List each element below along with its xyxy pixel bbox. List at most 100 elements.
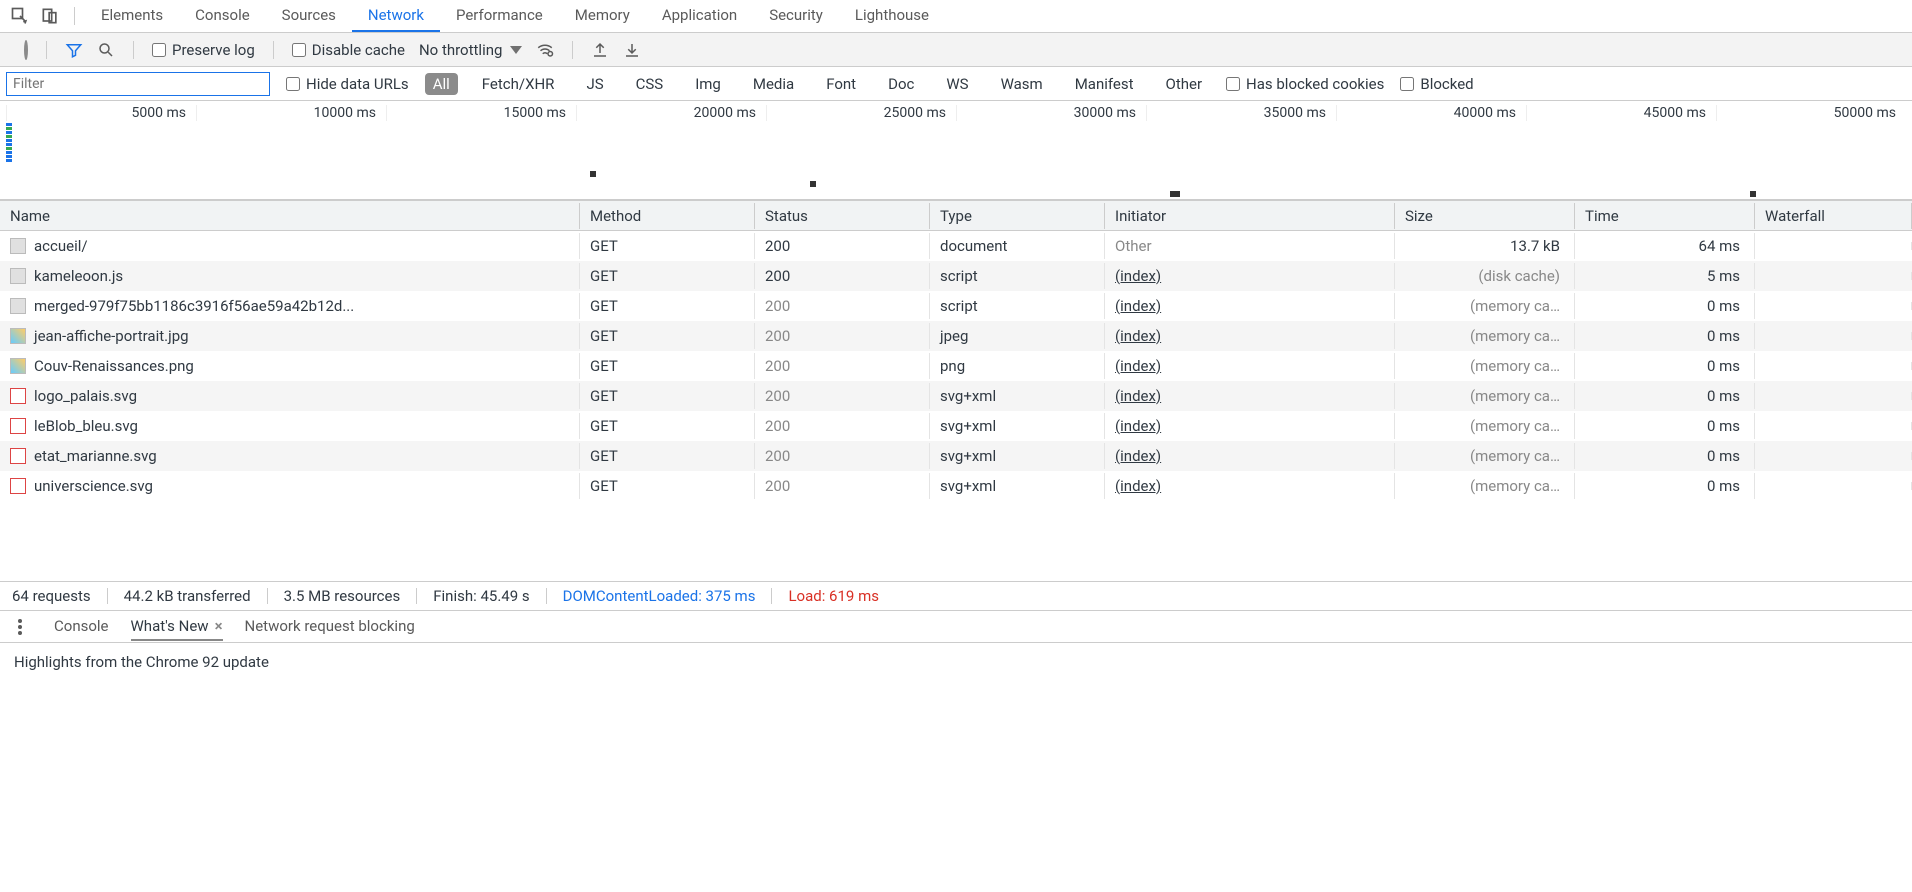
initiator-link[interactable]: (index)	[1115, 387, 1161, 405]
table-row[interactable]: merged-979f75bb1186c3916f56ae59a42b12d..…	[0, 291, 1912, 321]
kebab-menu-icon[interactable]	[18, 625, 22, 629]
request-type: svg+xml	[930, 443, 1105, 469]
column-header-name[interactable]: Name	[0, 203, 580, 229]
tab-lighthouse[interactable]: Lighthouse	[839, 0, 945, 32]
filter-toggle-icon[interactable]	[65, 41, 83, 59]
initiator-link[interactable]: (index)	[1115, 417, 1161, 435]
filter-input[interactable]	[6, 72, 270, 96]
type-filter-media[interactable]: Media	[745, 73, 802, 95]
request-waterfall	[1755, 392, 1912, 400]
column-header-time[interactable]: Time	[1575, 203, 1755, 229]
preserve-log-checkbox[interactable]: Preserve log	[152, 41, 255, 59]
type-filter-font[interactable]: Font	[818, 73, 864, 95]
initiator-link[interactable]: (index)	[1115, 447, 1161, 465]
blocked-requests-checkbox[interactable]: Blocked	[1400, 75, 1473, 93]
column-header-size[interactable]: Size	[1395, 203, 1575, 229]
request-size: (memory ca…	[1395, 353, 1575, 379]
disable-cache-box[interactable]	[292, 43, 306, 57]
type-filter-ws[interactable]: WS	[938, 73, 976, 95]
table-row[interactable]: universcience.svgGET200svg+xml(index)(me…	[0, 471, 1912, 501]
request-time: 0 ms	[1575, 293, 1755, 319]
column-header-initiator[interactable]: Initiator	[1105, 203, 1395, 229]
timeline-marker	[1170, 191, 1180, 197]
initiator-link[interactable]: (index)	[1115, 327, 1161, 345]
throttling-select[interactable]: No throttling	[419, 41, 522, 59]
table-row[interactable]: kameleoon.jsGET200script(index)(disk cac…	[0, 261, 1912, 291]
column-header-status[interactable]: Status	[755, 203, 930, 229]
clear-icon	[24, 40, 28, 60]
clear-button[interactable]	[24, 42, 28, 58]
column-header-waterfall[interactable]: Waterfall	[1755, 203, 1912, 229]
request-status: 200	[755, 263, 930, 289]
export-har-icon[interactable]	[591, 41, 609, 59]
table-row[interactable]: jean-affiche-portrait.jpgGET200jpeg(inde…	[0, 321, 1912, 351]
blocked-requests-box[interactable]	[1400, 77, 1414, 91]
tab-elements[interactable]: Elements	[85, 0, 179, 32]
separator	[46, 41, 47, 59]
request-type: script	[930, 263, 1105, 289]
inspect-element-icon[interactable]	[6, 2, 34, 30]
timeline-marker	[810, 181, 816, 187]
request-initiator: (index)	[1105, 413, 1395, 439]
preserve-log-box[interactable]	[152, 43, 166, 57]
table-row[interactable]: accueil/GET200documentOther13.7 kB64 ms	[0, 231, 1912, 261]
table-row[interactable]: Couv-Renaissances.pngGET200png(index)(me…	[0, 351, 1912, 381]
has-blocked-cookies-box[interactable]	[1226, 77, 1240, 91]
network-conditions-icon[interactable]	[536, 41, 554, 59]
tab-console[interactable]: Console	[179, 0, 266, 32]
request-waterfall	[1755, 332, 1912, 340]
type-filter-doc[interactable]: Doc	[880, 73, 922, 95]
type-filter-all[interactable]: All	[425, 73, 458, 95]
table-header: NameMethodStatusTypeInitiatorSizeTimeWat…	[0, 201, 1912, 231]
type-filter-wasm[interactable]: Wasm	[993, 73, 1051, 95]
disable-cache-checkbox[interactable]: Disable cache	[292, 41, 405, 59]
request-initiator: (index)	[1105, 473, 1395, 499]
type-filter-img[interactable]: Img	[687, 73, 729, 95]
separator	[546, 588, 547, 604]
hide-data-urls-box[interactable]	[286, 77, 300, 91]
tab-network[interactable]: Network	[352, 0, 440, 32]
timeline-mini-waterfall	[6, 123, 26, 163]
search-icon[interactable]	[97, 41, 115, 59]
tab-security[interactable]: Security	[753, 0, 839, 32]
drawer-tab-console[interactable]: Console	[54, 613, 109, 641]
table-row[interactable]: etat_marianne.svgGET200svg+xml(index)(me…	[0, 441, 1912, 471]
file-icon	[10, 478, 26, 494]
import-har-icon[interactable]	[623, 41, 641, 59]
drawer-tab-network-request-blocking[interactable]: Network request blocking	[245, 613, 415, 641]
initiator-link[interactable]: (index)	[1115, 357, 1161, 375]
column-header-method[interactable]: Method	[580, 203, 755, 229]
timeline-overview[interactable]: 5000 ms10000 ms15000 ms20000 ms25000 ms3…	[0, 101, 1912, 201]
has-blocked-cookies-checkbox[interactable]: Has blocked cookies	[1226, 75, 1384, 93]
request-status: 200	[755, 473, 930, 499]
tab-application[interactable]: Application	[646, 0, 753, 32]
type-filter-fetchxhr[interactable]: Fetch/XHR	[474, 73, 563, 95]
initiator-link[interactable]: (index)	[1115, 297, 1161, 315]
request-method: GET	[580, 323, 755, 349]
type-filter-other[interactable]: Other	[1158, 73, 1211, 95]
request-method: GET	[580, 383, 755, 409]
summary-transferred: 44.2 kB transferred	[124, 587, 251, 605]
table-row[interactable]: leBlob_bleu.svgGET200svg+xml(index)(memo…	[0, 411, 1912, 441]
initiator-link[interactable]: (index)	[1115, 267, 1161, 285]
request-method: GET	[580, 293, 755, 319]
request-waterfall	[1755, 482, 1912, 490]
request-size: (disk cache)	[1395, 263, 1575, 289]
tab-memory[interactable]: Memory	[559, 0, 646, 32]
hide-data-urls-checkbox[interactable]: Hide data URLs	[286, 75, 409, 93]
tab-performance[interactable]: Performance	[440, 0, 559, 32]
tab-sources[interactable]: Sources	[266, 0, 352, 32]
close-icon[interactable]: ×	[215, 617, 223, 635]
type-filter-css[interactable]: CSS	[628, 73, 672, 95]
type-filter-manifest[interactable]: Manifest	[1067, 73, 1142, 95]
type-filter-js[interactable]: JS	[578, 73, 611, 95]
request-waterfall	[1755, 422, 1912, 430]
request-method: GET	[580, 353, 755, 379]
table-row[interactable]: logo_palais.svgGET200svg+xml(index)(memo…	[0, 381, 1912, 411]
drawer-tab-what-s-new[interactable]: What's New×	[131, 613, 223, 641]
device-toolbar-icon[interactable]	[36, 2, 64, 30]
initiator-link[interactable]: (index)	[1115, 477, 1161, 495]
column-header-type[interactable]: Type	[930, 203, 1105, 229]
network-request-table: NameMethodStatusTypeInitiatorSizeTimeWat…	[0, 201, 1912, 581]
file-icon	[10, 328, 26, 344]
